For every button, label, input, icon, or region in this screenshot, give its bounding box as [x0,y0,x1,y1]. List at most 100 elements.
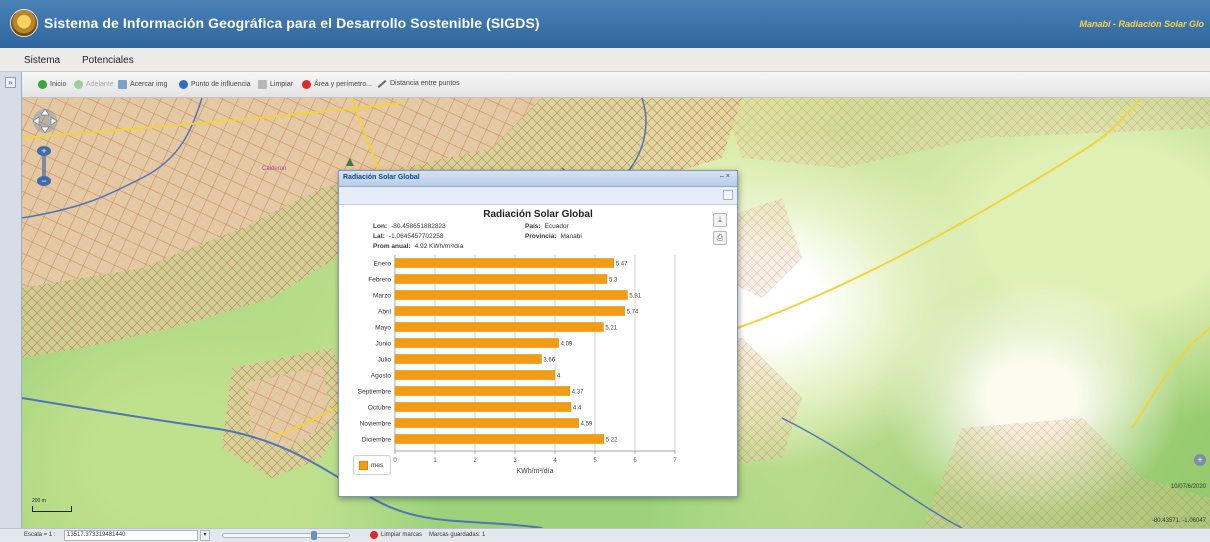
bar [394,370,556,380]
data-label: 4.09 [561,342,573,348]
toolbar-distancia-button[interactable]: Distancia entre puntos [377,79,460,88]
chart-container: Radiación Solar Global Lon: -80.458651882… [345,205,731,491]
map-date-label: 10/07/6/2020 [1170,484,1206,490]
red-area-icon [302,80,311,89]
bar [394,274,608,284]
data-label: 5.21 [605,326,617,332]
data-label: 5.74 [627,310,639,316]
legend-swatch [359,461,368,470]
app-window: Sistema de Información Geográfica para e… [0,0,1210,542]
blue-point-icon [179,80,188,89]
download-icon[interactable]: ⤓ [713,213,727,227]
bar [394,418,579,428]
toolbar-acercar-button[interactable]: Acercar img [118,80,167,89]
bar [394,306,625,316]
bar [394,434,605,444]
bar-chart: 0 1 2 3 4 5 6 7 Enero 5.47 Febrero 5.3 Marzo 5.81 Abri… [358,255,677,475]
popup-title: Radiación Solar Global [343,174,420,181]
chart-legend[interactable]: mes [353,455,391,475]
print-icon[interactable]: ⎙ [713,231,727,245]
zoom-slider[interactable] [42,154,46,178]
x-tick-label: 6 [633,458,637,464]
menu-item-potenciales[interactable]: Potenciales [82,55,134,66]
data-label: 5.47 [616,262,628,268]
info-prom-anual: Prom anual: 4.92 KWh/m²/día [373,243,464,250]
chevron-down-icon[interactable]: ▾ [200,530,210,541]
x-tick-label: 3 [513,458,517,464]
x-tick-label: 5 [593,458,597,464]
scale-label: Escala = 1 : [24,532,56,538]
zoom-out-icon[interactable]: − [37,176,51,186]
green-circle-icon [74,80,83,89]
bar [394,338,559,348]
data-label: 5.22 [606,438,618,444]
data-label: 4.59 [581,422,593,428]
app-title: Sistema de Información Geográfica para e… [44,15,540,31]
zoom-in-icon [118,80,127,89]
category-label: Diciembre [362,437,392,444]
x-tick-label: 7 [673,458,677,464]
chart-title: Radiación Solar Global [483,209,593,220]
menu-item-sistema[interactable]: Sistema [24,55,60,66]
map-location-marker[interactable] [346,158,354,166]
pan-control[interactable] [32,108,58,134]
map-scale-bar: 200 m [32,498,72,512]
app-logo [10,9,38,37]
data-label: 4 [557,374,561,380]
bar [394,402,572,412]
data-label: 5.3 [609,278,618,284]
toolbar-adelante-button[interactable]: Adelante [74,80,114,89]
close-icon[interactable]: × [726,173,732,180]
toolbar-area-button[interactable]: Área y perímetro... [302,80,372,89]
collapse-icon[interactable] [723,190,733,200]
data-label: 4.37 [572,390,584,396]
saved-marks-count: Marcas guardadas: 1 [429,532,486,538]
x-tick-label: 1 [433,458,437,464]
collapsed-side-panel: » [0,72,22,542]
slider-thumb[interactable] [311,531,317,540]
toolbar-punto-influencia-button[interactable]: Punto de influencia [179,80,251,89]
bar [394,258,615,268]
x-tick-label: 4 [553,458,557,464]
plus-icon[interactable]: + [1194,454,1206,466]
bar [394,354,542,364]
eraser-icon [258,80,267,89]
info-pais: País: Ecuador [525,223,569,230]
legend-label: mes [371,462,384,469]
toolbar-inicio-button[interactable]: Inicio [38,80,66,89]
zoom-control[interactable]: + − [37,146,51,186]
radiation-popup-window: Radiación Solar Global –× Radiación Sola… [338,170,738,497]
popup-title-bar[interactable]: Radiación Solar Global –× [339,171,737,187]
zoom-in-icon[interactable]: + [37,146,51,156]
data-label: 3.66 [543,358,555,364]
category-label: Julio [378,357,392,364]
category-label: Enero [374,261,392,268]
bar [394,386,571,396]
opacity-slider[interactable] [222,531,350,540]
data-label: 5.81 [629,294,641,300]
toolbar-limpiar-button[interactable]: Limpiar [258,80,293,89]
category-label: Noviembre [360,421,392,428]
clear-marks-button[interactable]: Limpiar marcas Marcas guardadas: 1 [370,531,485,539]
cursor-coordinates: -80.43571, -1.06047 [1151,518,1206,524]
category-label: Mayo [375,325,391,332]
category-label: Octubre [368,405,392,412]
category-label: Septiembre [358,389,392,396]
category-label: Marzo [373,293,391,300]
category-label: Abril [378,309,392,316]
clear-icon [370,531,378,539]
category-label: Junio [375,341,391,348]
ruler-line-icon [377,79,387,88]
category-label: Febrero [368,277,391,284]
green-circle-icon [38,80,47,89]
info-lat: Lat: -1.0645457702258 [373,233,444,240]
app-header: Sistema de Información Geográfica para e… [0,0,1210,48]
expand-panel-icon[interactable]: » [5,77,16,88]
popup-subbar [339,187,737,205]
category-label: Agosto [371,373,392,380]
x-axis-label: KWh/m²/día [517,468,554,475]
map-toolbar: Inicio Adelante Acercar img Punto de inf… [22,72,1210,98]
scale-input[interactable]: 13517.373319481440 [64,530,198,541]
x-tick-label: 0 [393,458,397,464]
status-bar: Escala = 1 : 13517.373319481440 ▾ Limpia… [0,528,1210,542]
